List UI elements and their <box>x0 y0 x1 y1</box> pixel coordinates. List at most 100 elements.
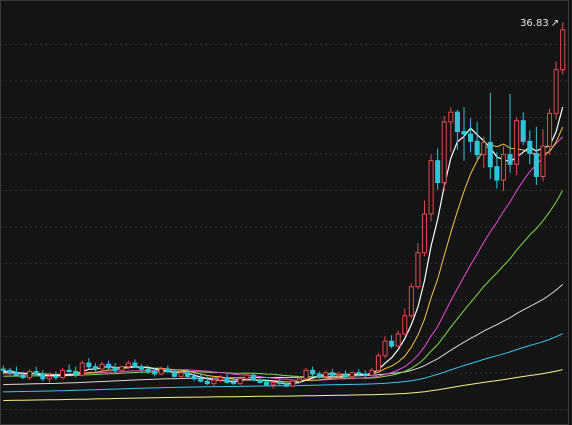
candle <box>474 121 480 160</box>
candlestick-chart: 36.83 ↗ <box>0 0 569 425</box>
candle-body-up <box>553 69 559 114</box>
candle <box>402 308 408 336</box>
candle-body-down <box>145 368 151 373</box>
ma250-line <box>3 369 563 401</box>
candle-body-up <box>421 213 428 254</box>
candle-body-down <box>0 368 6 371</box>
candle <box>428 154 434 222</box>
candle-body-up <box>481 142 487 156</box>
candle <box>211 377 217 387</box>
candle-body-down <box>474 140 480 156</box>
candle-body-up <box>547 112 553 147</box>
candle <box>59 367 66 379</box>
candle-body-down <box>468 133 474 142</box>
candle-body-down <box>191 375 197 380</box>
candle-body-down <box>520 120 526 142</box>
candle-body-up <box>369 369 375 376</box>
candle-body-down <box>40 373 46 380</box>
candle-body-up <box>296 378 302 382</box>
candle-body-down <box>389 340 395 347</box>
ma30-line <box>3 190 564 379</box>
candle-body-down <box>487 142 493 168</box>
candle-body-down <box>264 381 270 386</box>
candle <box>362 370 368 378</box>
candle <box>461 107 467 161</box>
candle-body-up <box>217 377 224 381</box>
candle <box>112 363 118 373</box>
candle-body-up <box>303 369 309 380</box>
candle-body-up <box>415 252 421 288</box>
candle-body-down <box>165 368 171 373</box>
candle-body-up <box>395 333 401 347</box>
candle <box>40 370 46 382</box>
candle <box>303 367 309 381</box>
candle-body-up <box>336 373 342 376</box>
candle-body-down <box>533 152 539 177</box>
candle-body-down <box>33 371 39 375</box>
candle-body-down <box>362 373 368 376</box>
candle-body-up <box>237 378 243 385</box>
candle <box>553 61 559 120</box>
candle <box>86 358 92 370</box>
candle-body-up <box>448 111 454 123</box>
candle-body-down <box>198 378 204 382</box>
candle <box>487 92 493 179</box>
candle-body-down <box>454 111 460 133</box>
candle <box>382 336 388 359</box>
candle <box>191 372 197 382</box>
max-price-label: 36.83 <box>520 18 549 29</box>
candle-body-down <box>356 372 362 375</box>
candle <box>533 126 539 185</box>
candle <box>165 365 171 373</box>
candle-body-up <box>158 368 164 375</box>
candle <box>481 136 487 168</box>
candle-body-down <box>138 366 145 370</box>
candle-body-down <box>73 371 79 376</box>
candle-body-down <box>316 373 322 377</box>
candle <box>290 380 296 388</box>
candle-body-up <box>540 145 546 177</box>
price-annotations: 36.83 ↗ <box>520 18 559 29</box>
candle <box>342 370 349 378</box>
ma20-line <box>3 136 564 381</box>
candle-body-down <box>494 166 500 181</box>
candle-body-up <box>441 121 447 183</box>
candle-body-down <box>112 367 118 371</box>
candle-body-down <box>310 369 316 375</box>
candle-body-up <box>59 369 66 379</box>
candle-body-up <box>408 286 414 317</box>
candle <box>369 367 375 377</box>
candle-body-down <box>92 366 98 370</box>
candle <box>224 373 230 384</box>
candle-body-up <box>349 372 355 377</box>
candle-body-down <box>7 369 13 374</box>
candle-body-up <box>244 374 250 380</box>
candle-body-up <box>382 340 388 357</box>
candle-body-up <box>514 120 520 165</box>
candle-body-down <box>277 381 283 385</box>
candle <box>92 363 98 372</box>
candle <box>27 369 33 381</box>
candle-body-down <box>152 371 158 375</box>
candle-body-up <box>46 375 52 380</box>
candle <box>178 371 184 379</box>
candle-body-down <box>342 373 349 377</box>
candle <box>204 376 210 385</box>
candle-body-up <box>99 363 105 370</box>
candle-body-up <box>402 315 408 335</box>
candle-body-down <box>231 381 237 385</box>
candle-body-up <box>125 362 131 368</box>
candle-body-down <box>507 154 513 165</box>
candle-body-down <box>461 131 467 135</box>
candle-body-down <box>435 160 441 183</box>
candle-body-up <box>79 362 85 376</box>
candle-body-down <box>527 140 533 154</box>
candle <box>415 243 421 290</box>
candle <box>395 330 401 348</box>
candle <box>514 117 520 176</box>
candle-body-down <box>204 380 210 385</box>
candle-body-down <box>66 369 72 373</box>
candle-body-up <box>290 380 296 387</box>
candle-body-up <box>560 29 566 71</box>
candle <box>310 366 316 377</box>
